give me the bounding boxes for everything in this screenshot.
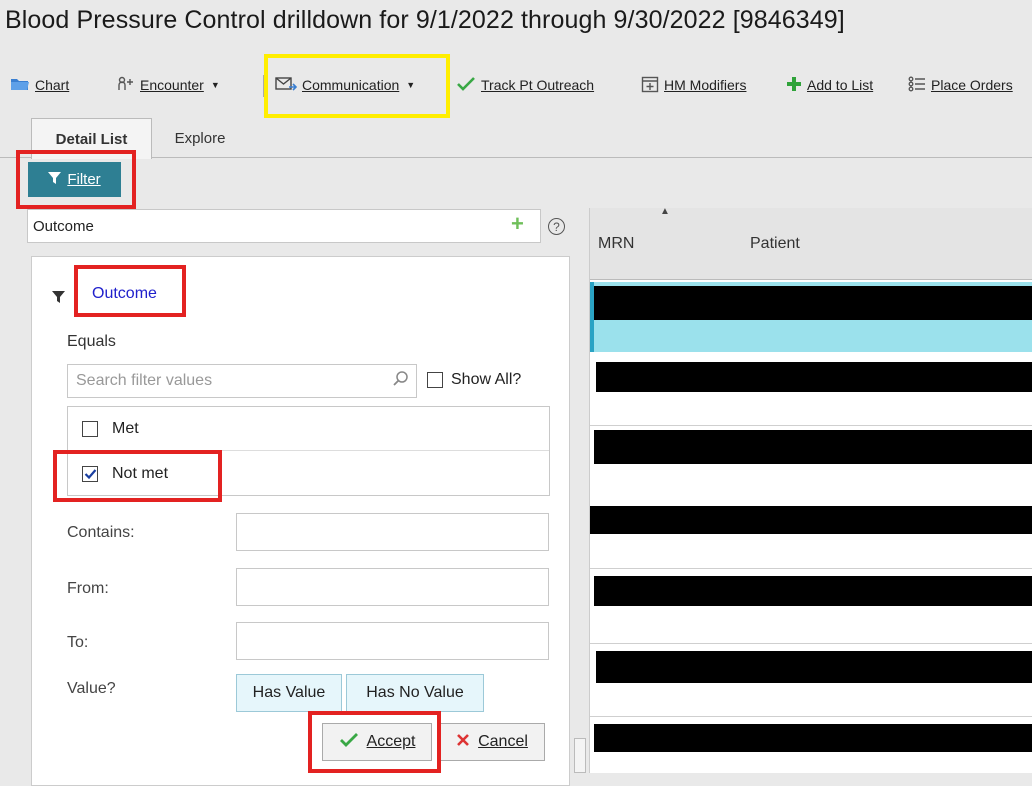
to-input[interactable] — [237, 623, 552, 661]
contains-input[interactable] — [237, 514, 552, 552]
redacted-row-text — [594, 576, 1032, 606]
filter-funnel-icon — [52, 287, 65, 306]
from-field[interactable] — [236, 568, 552, 607]
help-icon[interactable]: ? — [548, 218, 565, 235]
communication-button[interactable]: Communication ▼ — [275, 70, 415, 100]
grid-header: ▲ MRN Patient — [590, 206, 1032, 280]
search-icon — [392, 370, 410, 393]
met-checkbox[interactable] — [82, 420, 98, 437]
tab-detail-list[interactable]: Detail List — [31, 118, 152, 159]
hm-modifiers-button[interactable]: HM Modifiers — [641, 70, 746, 100]
contains-field[interactable] — [236, 513, 552, 552]
not-met-checkbox[interactable] — [82, 466, 98, 482]
from-input[interactable] — [237, 569, 552, 607]
value-label: Value? — [67, 680, 116, 697]
encounter-button[interactable]: Encounter ▼ — [117, 70, 220, 100]
row-divider — [590, 425, 1032, 426]
redacted-row-text — [590, 506, 1032, 534]
redacted-row-text — [596, 651, 1032, 683]
row-divider — [590, 716, 1032, 717]
folder-icon — [10, 76, 30, 95]
green-plus-icon — [786, 76, 802, 95]
page-title: Blood Pressure Control drilldown for 9/1… — [5, 6, 845, 34]
column-header-patient[interactable]: Patient — [750, 235, 800, 253]
panel-scrollbar[interactable] — [574, 738, 586, 773]
from-label: From: — [67, 580, 109, 597]
tab-strip-divider — [0, 157, 1032, 158]
redacted-row-text — [594, 286, 1032, 320]
column-selector-input[interactable]: Outcome — [27, 209, 541, 243]
chevron-down-icon: ▼ — [210, 80, 220, 90]
has-value-button[interactable]: Has Value — [236, 674, 342, 712]
add-filter-icon[interactable]: + — [511, 211, 524, 237]
redacted-row-text — [594, 724, 1032, 752]
toolbar-divider — [263, 75, 264, 97]
list-icon — [908, 76, 926, 95]
row-divider — [590, 643, 1032, 644]
redacted-row-text — [594, 430, 1032, 464]
contains-label: Contains: — [67, 524, 135, 541]
list-item-not-met[interactable]: Not met — [68, 452, 549, 496]
track-pt-outreach-button[interactable]: Track Pt Outreach — [456, 70, 594, 100]
sort-ascending-icon[interactable]: ▲ — [660, 206, 670, 217]
chevron-down-icon: ▼ — [406, 80, 416, 90]
tab-explore[interactable]: Explore — [160, 118, 240, 158]
list-item-met[interactable]: Met — [68, 407, 549, 451]
filter-column-link[interactable]: Outcome — [92, 285, 157, 303]
person-icon — [117, 76, 135, 95]
accept-button[interactable]: Accept — [322, 723, 432, 761]
checkmark-icon — [456, 76, 476, 95]
to-field[interactable] — [236, 622, 552, 661]
filter-values-search-input[interactable] — [74, 371, 378, 391]
funnel-icon — [48, 171, 62, 188]
to-label: To: — [67, 634, 89, 651]
show-all-checkbox[interactable] — [427, 372, 443, 388]
has-no-value-button[interactable]: Has No Value — [346, 674, 484, 712]
chart-button[interactable]: Chart — [10, 70, 69, 100]
close-icon — [456, 733, 470, 752]
filter-button[interactable]: Filter — [28, 162, 121, 197]
envelope-icon — [275, 76, 298, 95]
filter-values-list: Met Not met — [67, 406, 550, 496]
place-orders-button[interactable]: Place Orders — [908, 70, 1013, 100]
add-to-list-button[interactable]: Add to List — [786, 70, 873, 100]
show-all-toggle[interactable]: Show All? — [427, 371, 521, 389]
filter-values-search[interactable] — [67, 364, 417, 398]
redacted-row-text — [596, 362, 1032, 392]
checkmark-icon — [339, 732, 359, 753]
column-header-mrn[interactable]: MRN — [598, 235, 634, 253]
cancel-button[interactable]: Cancel — [439, 723, 545, 761]
patient-grid: ▲ MRN Patient — [589, 206, 1032, 773]
row-divider — [590, 568, 1032, 569]
calendar-plus-icon — [641, 75, 659, 96]
toolbar: Chart Encounter ▼ Communication ▼ Track … — [0, 70, 1032, 100]
operator-label: Equals — [67, 333, 116, 350]
